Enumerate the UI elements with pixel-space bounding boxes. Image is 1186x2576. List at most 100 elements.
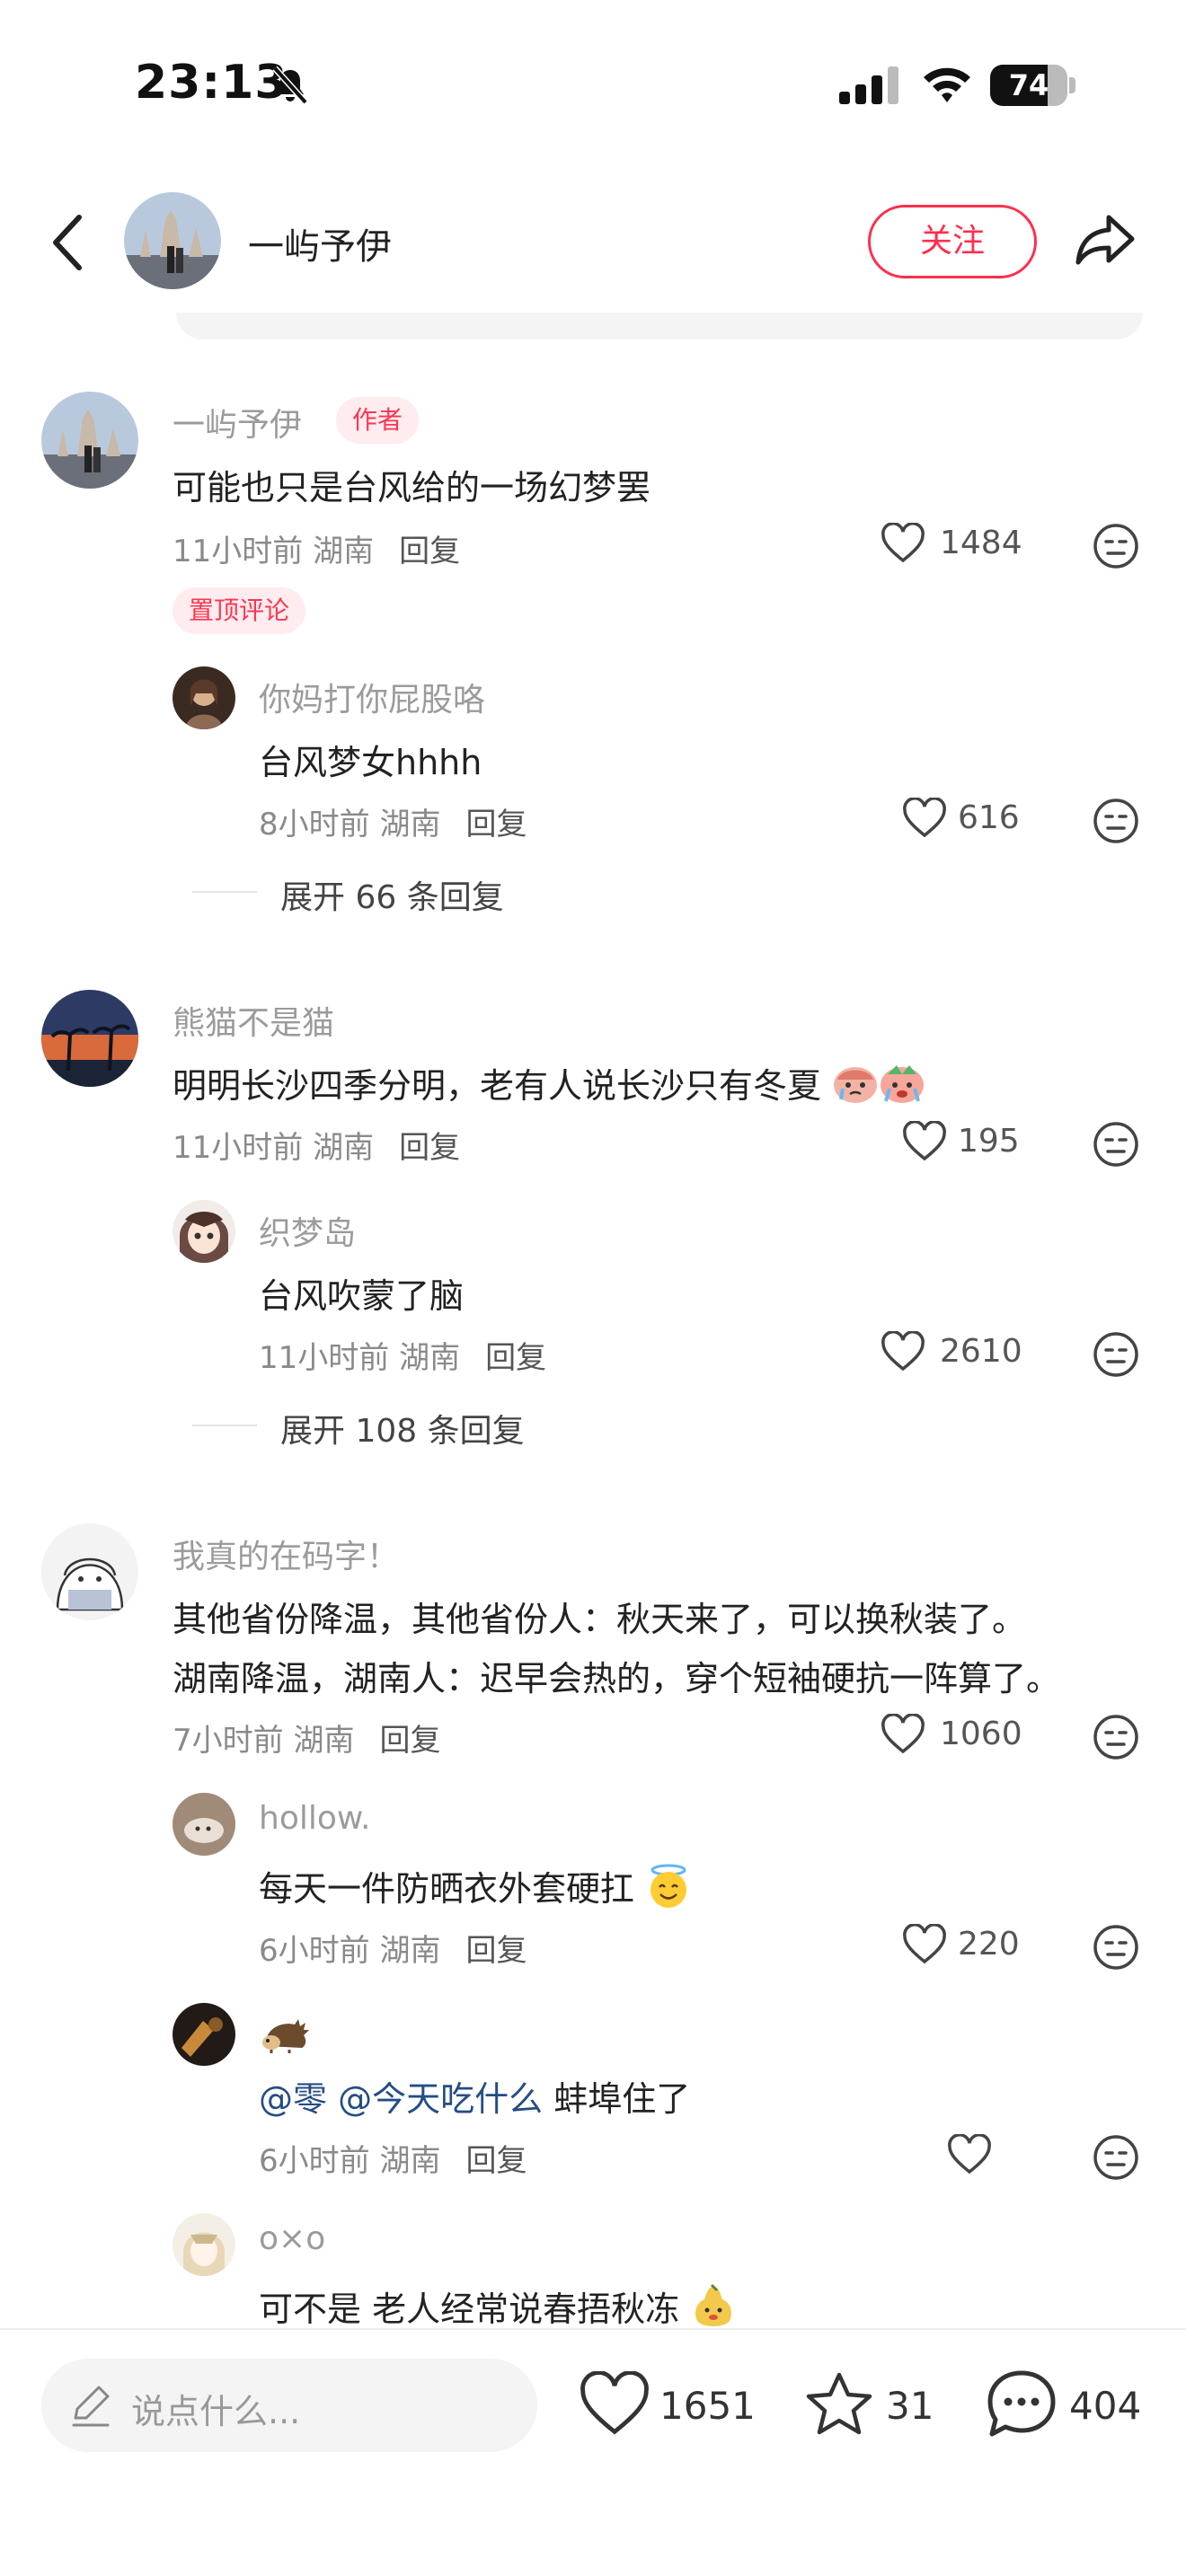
reaction-face-icon[interactable] xyxy=(1093,798,1139,844)
like-count: 616 xyxy=(958,799,1020,836)
reaction-face-icon[interactable] xyxy=(1093,1121,1139,1168)
comment-text-line2[interactable]: 湖南降温，湖南人：迟早会热的，穿个短袖硬抗一阵算了。 xyxy=(173,1651,1060,1700)
status-time: 23:13 xyxy=(135,56,288,110)
comment-input-placeholder: 说点什么... xyxy=(131,2392,301,2431)
reply-text[interactable]: 台风梦女hhhh xyxy=(259,735,482,784)
heart-icon xyxy=(881,523,925,563)
chat-bubble-icon xyxy=(987,2370,1056,2437)
heart-icon xyxy=(903,1924,946,1964)
mention-link[interactable]: @今天吃什么 xyxy=(338,2079,543,2119)
hedgehog-emoji-icon[interactable] xyxy=(259,2016,313,2055)
collect-count: 31 xyxy=(886,2384,934,2428)
follow-button[interactable]: 关注 xyxy=(868,205,1037,278)
reply-button[interactable]: 回复 xyxy=(465,807,527,842)
wifi-icon xyxy=(924,67,970,102)
commenter-avatar[interactable] xyxy=(41,990,138,1087)
previous-content-edge xyxy=(176,313,1143,340)
reply-text-content: 可不是 老人经常说春捂秋冻 xyxy=(259,2289,680,2329)
commenter-name[interactable]: 我真的在码字！ xyxy=(173,1531,399,1577)
reply-name[interactable]: 织梦岛 xyxy=(259,1207,356,1254)
reply-avatar[interactable] xyxy=(173,2003,235,2066)
reply-avatar[interactable] xyxy=(173,2213,235,2276)
reply-time: 8小时前 湖南 xyxy=(259,807,441,842)
reply-text[interactable]: @零 @今天吃什么 蚌埠住了 xyxy=(259,2071,690,2121)
bell-muted-icon xyxy=(272,66,308,105)
reaction-face-icon[interactable] xyxy=(1093,523,1139,569)
reply-meta: 6小时前 湖南 回复 xyxy=(259,1926,527,1970)
reply-button[interactable]: 回复 xyxy=(485,1340,546,1376)
smiling-face-with-halo-emoji-icon xyxy=(651,1864,687,1908)
pear-face-emoji-icon xyxy=(695,2283,732,2326)
battery-percent: 74 xyxy=(1008,68,1049,102)
reply-name[interactable]: hollow. xyxy=(259,1800,370,1837)
back-icon[interactable] xyxy=(43,210,93,275)
reply-text[interactable]: 台风吹蒙了脑 xyxy=(259,1268,464,1318)
reply-avatar[interactable] xyxy=(173,666,235,729)
collect-button[interactable]: 31 xyxy=(803,2369,947,2441)
expand-divider xyxy=(192,1425,257,1426)
comment-text-line1[interactable]: 其他省份降温，其他省份人：秋天来了，可以换秋装了。 xyxy=(173,1592,1026,1641)
expand-replies-button[interactable]: 展开 108 条回复 xyxy=(280,1405,525,1451)
reaction-face-icon[interactable] xyxy=(1093,2134,1139,2181)
reply-button[interactable]: 回复 xyxy=(379,1723,440,1759)
reply-text-content: 蚌埠住了 xyxy=(553,2079,691,2119)
heart-icon xyxy=(881,1714,925,1754)
expand-divider xyxy=(192,891,257,893)
comment-text[interactable]: 可能也只是台风给的一场幻梦罢 xyxy=(173,460,651,509)
comment-time: 7小时前 湖南 xyxy=(173,1723,355,1759)
reply-meta: 8小时前 湖南 回复 xyxy=(259,799,527,843)
commenter-name[interactable]: 一屿予伊 xyxy=(173,399,302,446)
reaction-face-icon[interactable] xyxy=(1093,1331,1139,1378)
sobbing-face-emoji-icon xyxy=(881,1065,925,1103)
reply-avatar[interactable] xyxy=(173,1793,235,1856)
comment-count: 404 xyxy=(1069,2384,1142,2428)
reply-name[interactable]: 你妈打你屁股咯 xyxy=(259,674,485,720)
reply-meta: 11小时前 湖南 回复 xyxy=(259,1333,546,1377)
comment-time: 11小时前 湖南 xyxy=(173,534,375,569)
heart-icon xyxy=(903,798,946,838)
like-count: 2610 xyxy=(940,1333,1022,1370)
expand-replies-button[interactable]: 展开 66 条回复 xyxy=(280,871,504,918)
like-count: 1651 xyxy=(659,2384,756,2428)
reaction-face-icon[interactable] xyxy=(1093,1924,1139,1971)
author-name[interactable]: 一屿予伊 xyxy=(248,217,392,269)
comment-meta: 11小时前 湖南 回复 xyxy=(173,1123,460,1167)
pinned-tag: 置顶评论 xyxy=(173,587,306,634)
reply-name[interactable]: o×o xyxy=(259,2220,325,2257)
heart-icon[interactable] xyxy=(947,2134,992,2175)
comment-text[interactable]: 明明长沙四季分明，老有人说长沙只有冬夏 xyxy=(173,1058,925,1107)
heart-icon xyxy=(580,2371,649,2435)
reply-text[interactable]: 可不是 老人经常说春捂秋冻 xyxy=(259,2281,737,2331)
comment-meta: 11小时前 湖南 回复 xyxy=(173,526,460,570)
reply-time: 11小时前 湖南 xyxy=(259,1340,461,1376)
battery-indicator: 74 xyxy=(990,65,1076,106)
like-count: 220 xyxy=(958,1926,1020,1963)
like-post-button[interactable]: 1651 xyxy=(579,2369,758,2441)
commenter-avatar[interactable] xyxy=(41,392,138,489)
like-count: 1060 xyxy=(940,1716,1022,1752)
share-icon[interactable] xyxy=(1073,208,1137,271)
commenter-name[interactable]: 熊猫不是猫 xyxy=(173,997,334,1044)
comment-time: 11小时前 湖南 xyxy=(173,1130,375,1166)
like-count: 195 xyxy=(958,1123,1020,1160)
reply-text-content: 每天一件防晒衣外套硬扛 xyxy=(259,1869,635,1909)
reply-time: 6小时前 湖南 xyxy=(259,1933,441,1969)
cellular-signal-icon xyxy=(839,66,898,104)
comment-button[interactable]: 404 xyxy=(985,2368,1164,2443)
star-icon xyxy=(806,2372,872,2435)
comment-text-content: 明明长沙四季分明，老有人说长沙只有冬夏 xyxy=(173,1066,822,1106)
reply-text[interactable]: 每天一件防晒衣外套硬扛 xyxy=(259,1861,692,1910)
reply-button[interactable]: 回复 xyxy=(465,2143,527,2179)
reply-button[interactable]: 回复 xyxy=(399,1130,460,1166)
author-tag: 作者 xyxy=(336,397,420,444)
reply-avatar[interactable] xyxy=(173,1200,235,1263)
mention-link[interactable]: @零 xyxy=(259,2079,327,2119)
reply-button[interactable]: 回复 xyxy=(399,534,460,569)
commenter-avatar[interactable] xyxy=(41,1523,138,1620)
comment-meta: 7小时前 湖南 回复 xyxy=(173,1716,440,1760)
reply-meta: 6小时前 湖南 回复 xyxy=(259,2136,527,2180)
heart-icon xyxy=(881,1331,925,1372)
reaction-face-icon[interactable] xyxy=(1093,1714,1139,1760)
reply-button[interactable]: 回复 xyxy=(465,1933,527,1969)
author-avatar[interactable] xyxy=(124,192,221,289)
